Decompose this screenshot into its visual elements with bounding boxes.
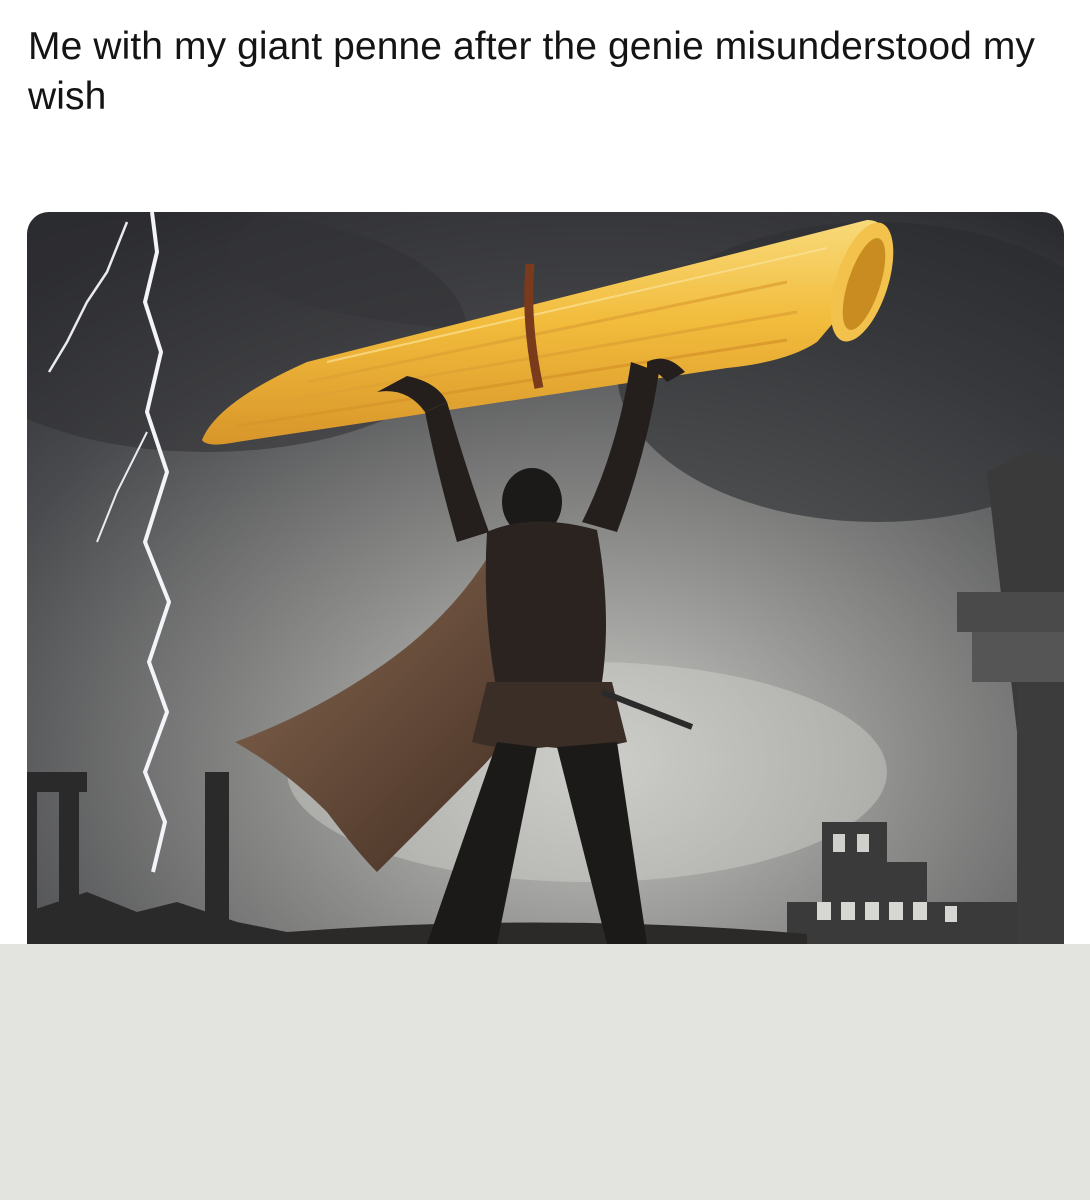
meme-image bbox=[27, 212, 1064, 944]
warrior-penne-illustration bbox=[27, 212, 1064, 944]
meme-caption: Me with my giant penne after the genie m… bbox=[28, 25, 1036, 118]
bottom-blank-area bbox=[0, 944, 1090, 1200]
